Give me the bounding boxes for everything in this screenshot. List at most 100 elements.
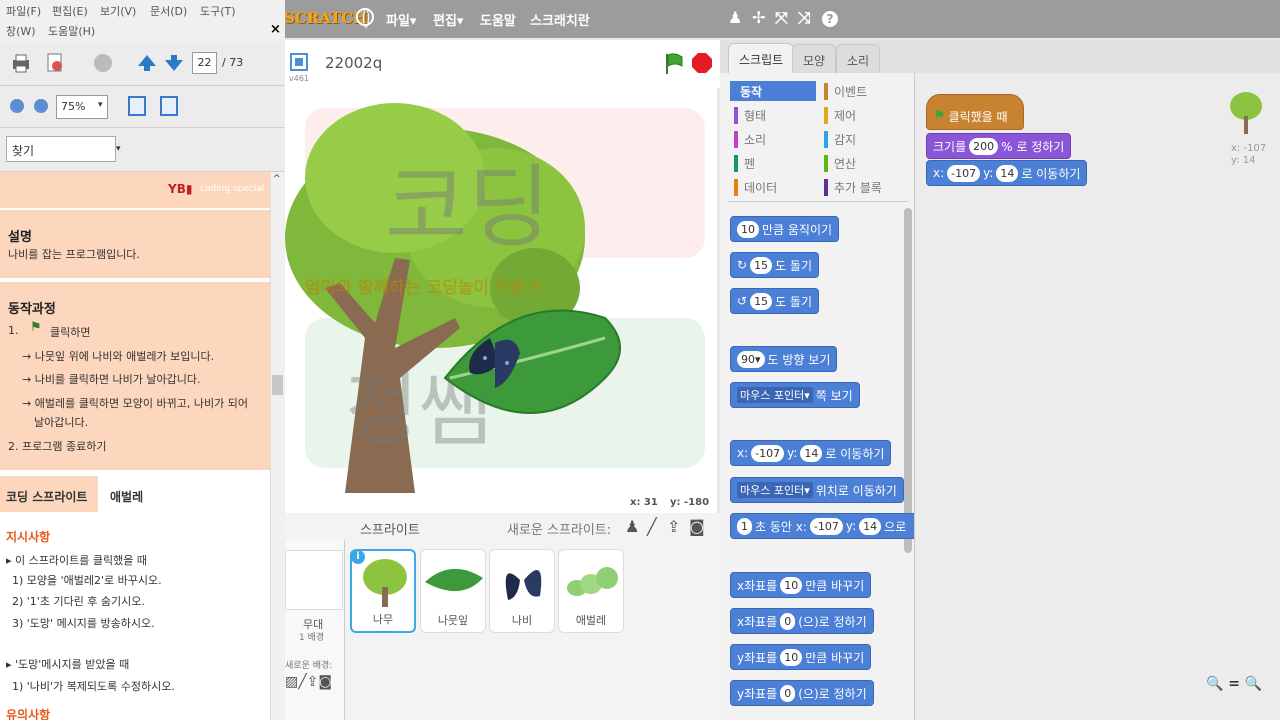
category-sensing[interactable]: 감지 — [824, 131, 856, 148]
pdf-scroll-thumb[interactable] — [272, 375, 283, 395]
category-motion[interactable]: 동작 — [734, 83, 762, 100]
pdf-menu-window[interactable]: 창(W) — [6, 23, 36, 39]
block-change-y[interactable]: y좌표를 10 만큼 바꾸기 — [730, 644, 872, 670]
close-icon[interactable]: × — [270, 22, 281, 37]
shrink-icon[interactable]: ⤨ — [798, 8, 811, 28]
block-point-towards[interactable]: 마우스 포인터▾ 쪽 보기 — [730, 382, 860, 408]
script-goto-xy[interactable]: x: -107 y: 14 로 이동하기 — [926, 160, 1088, 186]
block-input[interactable]: -107 — [751, 444, 785, 462]
backdrop-pane[interactable]: 무대 1 배경 새로운 배경: ▨╱⇪◙ — [285, 540, 345, 720]
block-input[interactable]: 15 — [750, 292, 773, 310]
block-input[interactable]: 14 — [800, 444, 823, 462]
backdrop-thumbnail[interactable] — [285, 550, 343, 610]
next-page-icon[interactable] — [163, 52, 185, 74]
block-input[interactable]: 0 — [780, 612, 796, 630]
block-dropdown[interactable]: 마우스 포인터▾ — [737, 482, 813, 498]
block-point-direction[interactable]: 90▾ 도 방향 보기 — [730, 346, 838, 372]
tab-costumes[interactable]: 모양 — [792, 44, 837, 73]
block-input[interactable]: 14 — [996, 164, 1019, 182]
tab-sounds[interactable]: 소리 — [836, 44, 881, 73]
backdrop-tools-icon[interactable]: ▨╱⇪◙ — [285, 674, 332, 690]
sprite-thumb-butterfly[interactable]: 나비 — [489, 549, 555, 633]
block-input[interactable]: -107 — [947, 164, 981, 182]
scroll-up-icon[interactable]: ^ — [273, 174, 281, 184]
paint-sprite-icon[interactable]: ╱ — [647, 517, 657, 536]
category-pen[interactable]: 펜 — [734, 155, 755, 172]
block-set-y[interactable]: y좌표를 0 (으)로 정하기 — [730, 680, 874, 706]
pdf-menu-help[interactable]: 도움말(H) — [48, 23, 95, 39]
zoom-out-icon[interactable] — [10, 99, 24, 113]
block-glide[interactable]: 1초 동안 x: -107 y: 14 으로 — [730, 513, 914, 539]
block-input[interactable]: 15 — [750, 256, 773, 274]
category-operators[interactable]: 연산 — [824, 155, 856, 172]
block-dropdown[interactable]: 90▾ — [737, 350, 765, 368]
stage[interactable]: 코딩 엄마와 함께하는 코딩놀이 전문가 정쌤 — [285, 88, 717, 493]
fullscreen-icon[interactable] — [289, 52, 309, 72]
category-more-blocks[interactable]: 추가 블록 — [824, 179, 882, 196]
category-control[interactable]: 제어 — [824, 107, 856, 124]
script-set-size[interactable]: 크기를 200% 로 정하기 — [926, 133, 1072, 159]
pdf-menu-document[interactable]: 문서(D) — [150, 3, 187, 19]
document-settings-icon[interactable] — [44, 52, 66, 74]
delete-icon[interactable]: ✢ — [752, 8, 765, 27]
sprite-thumb-tree[interactable]: i 나무 — [350, 549, 416, 633]
block-change-x[interactable]: x좌표를 10 만큼 바꾸기 — [730, 572, 872, 598]
pdf-page[interactable]: YB▮ coding special 설명 나비를 잡는 프로그램입니다. 동작… — [0, 172, 270, 720]
block-goto-target[interactable]: 마우스 포인터▾ 위치로 이동하기 — [730, 477, 904, 503]
pdf-menu-tools[interactable]: 도구(T) — [200, 3, 236, 19]
block-dropdown[interactable]: 마우스 포인터▾ — [737, 387, 813, 403]
menu-help[interactable]: 도움말 — [480, 10, 516, 29]
stop-icon[interactable] — [691, 52, 713, 74]
fit-page-icon[interactable] — [160, 96, 178, 116]
sprite-library-icon[interactable]: ♟ — [625, 517, 639, 536]
menu-file[interactable]: 파일▾ — [386, 10, 416, 29]
pdf-menu-file[interactable]: 파일(F) — [6, 3, 41, 19]
print-icon[interactable] — [10, 52, 32, 74]
previous-page-icon[interactable] — [136, 52, 158, 74]
block-goto-xy[interactable]: x: -107 y: 14 로 이동하기 — [730, 440, 892, 466]
sprite-thumb-caterpillar[interactable]: 애벌레 — [558, 549, 624, 633]
upload-sprite-icon[interactable]: ⇪ — [667, 517, 680, 536]
block-input[interactable]: -107 — [809, 517, 843, 535]
palette-scrollbar[interactable] — [904, 208, 912, 553]
category-events[interactable]: 이벤트 — [824, 83, 867, 100]
block-move-steps[interactable]: 10 만큼 움직이기 — [730, 216, 840, 242]
block-turn-right[interactable]: ↻ 15 도 돌기 — [730, 252, 819, 278]
block-input[interactable]: 10 — [780, 648, 803, 666]
script-zoom-controls[interactable]: 🔍 = 🔍 — [1206, 676, 1262, 692]
grow-icon[interactable]: ⤧ — [775, 8, 788, 28]
camera-sprite-icon[interactable]: ◙ — [689, 517, 705, 536]
category-data[interactable]: 데이터 — [734, 179, 777, 196]
block-input[interactable]: 0 — [780, 684, 796, 702]
green-flag-icon[interactable] — [663, 52, 685, 76]
script-when-flag-clicked[interactable]: ⚑ 클릭했을 때 — [926, 94, 1024, 130]
project-title[interactable]: 22002q — [325, 54, 382, 72]
pdf-menu-edit[interactable]: 편집(E) — [52, 3, 88, 19]
block-set-x[interactable]: x좌표를 0 (으)로 정하기 — [730, 608, 874, 634]
zoom-in-icon[interactable] — [34, 99, 48, 113]
pdf-menu-view[interactable]: 보기(V) — [100, 3, 136, 19]
block-input[interactable]: 10 — [780, 576, 803, 594]
page-number-input[interactable]: 22 — [192, 52, 217, 74]
help-icon[interactable]: ? — [822, 11, 838, 27]
block-turn-left[interactable]: ↺ 15 도 돌기 — [730, 288, 819, 314]
fit-width-icon[interactable] — [128, 96, 146, 116]
tab-scripts[interactable]: 스크립트 — [728, 43, 795, 74]
menu-edit[interactable]: 편집▾ — [433, 10, 463, 29]
category-sound[interactable]: 소리 — [734, 131, 766, 148]
sprite-thumb-leaf[interactable]: 나뭇잎 — [420, 549, 486, 633]
find-input[interactable]: 찾기 — [6, 136, 116, 162]
scratch-logo[interactable]: SCRATCH — [284, 9, 367, 27]
hand-tool-icon[interactable] — [92, 52, 114, 74]
chevron-down-icon[interactable]: ▾ — [98, 100, 103, 110]
duplicate-icon[interactable]: ♟ — [728, 8, 742, 27]
category-looks[interactable]: 형태 — [734, 107, 766, 124]
block-input[interactable]: 1 — [737, 517, 752, 535]
menu-about[interactable]: 스크래치란 — [530, 10, 590, 29]
block-input[interactable]: 10 — [737, 220, 759, 238]
chevron-down-icon[interactable]: ▾ — [116, 144, 121, 154]
sprite-info-icon[interactable]: i — [351, 550, 365, 564]
block-input[interactable]: 14 — [859, 517, 882, 535]
pdf-scrollbar[interactable]: ^ — [270, 172, 285, 720]
block-input[interactable]: 200 — [969, 137, 999, 155]
